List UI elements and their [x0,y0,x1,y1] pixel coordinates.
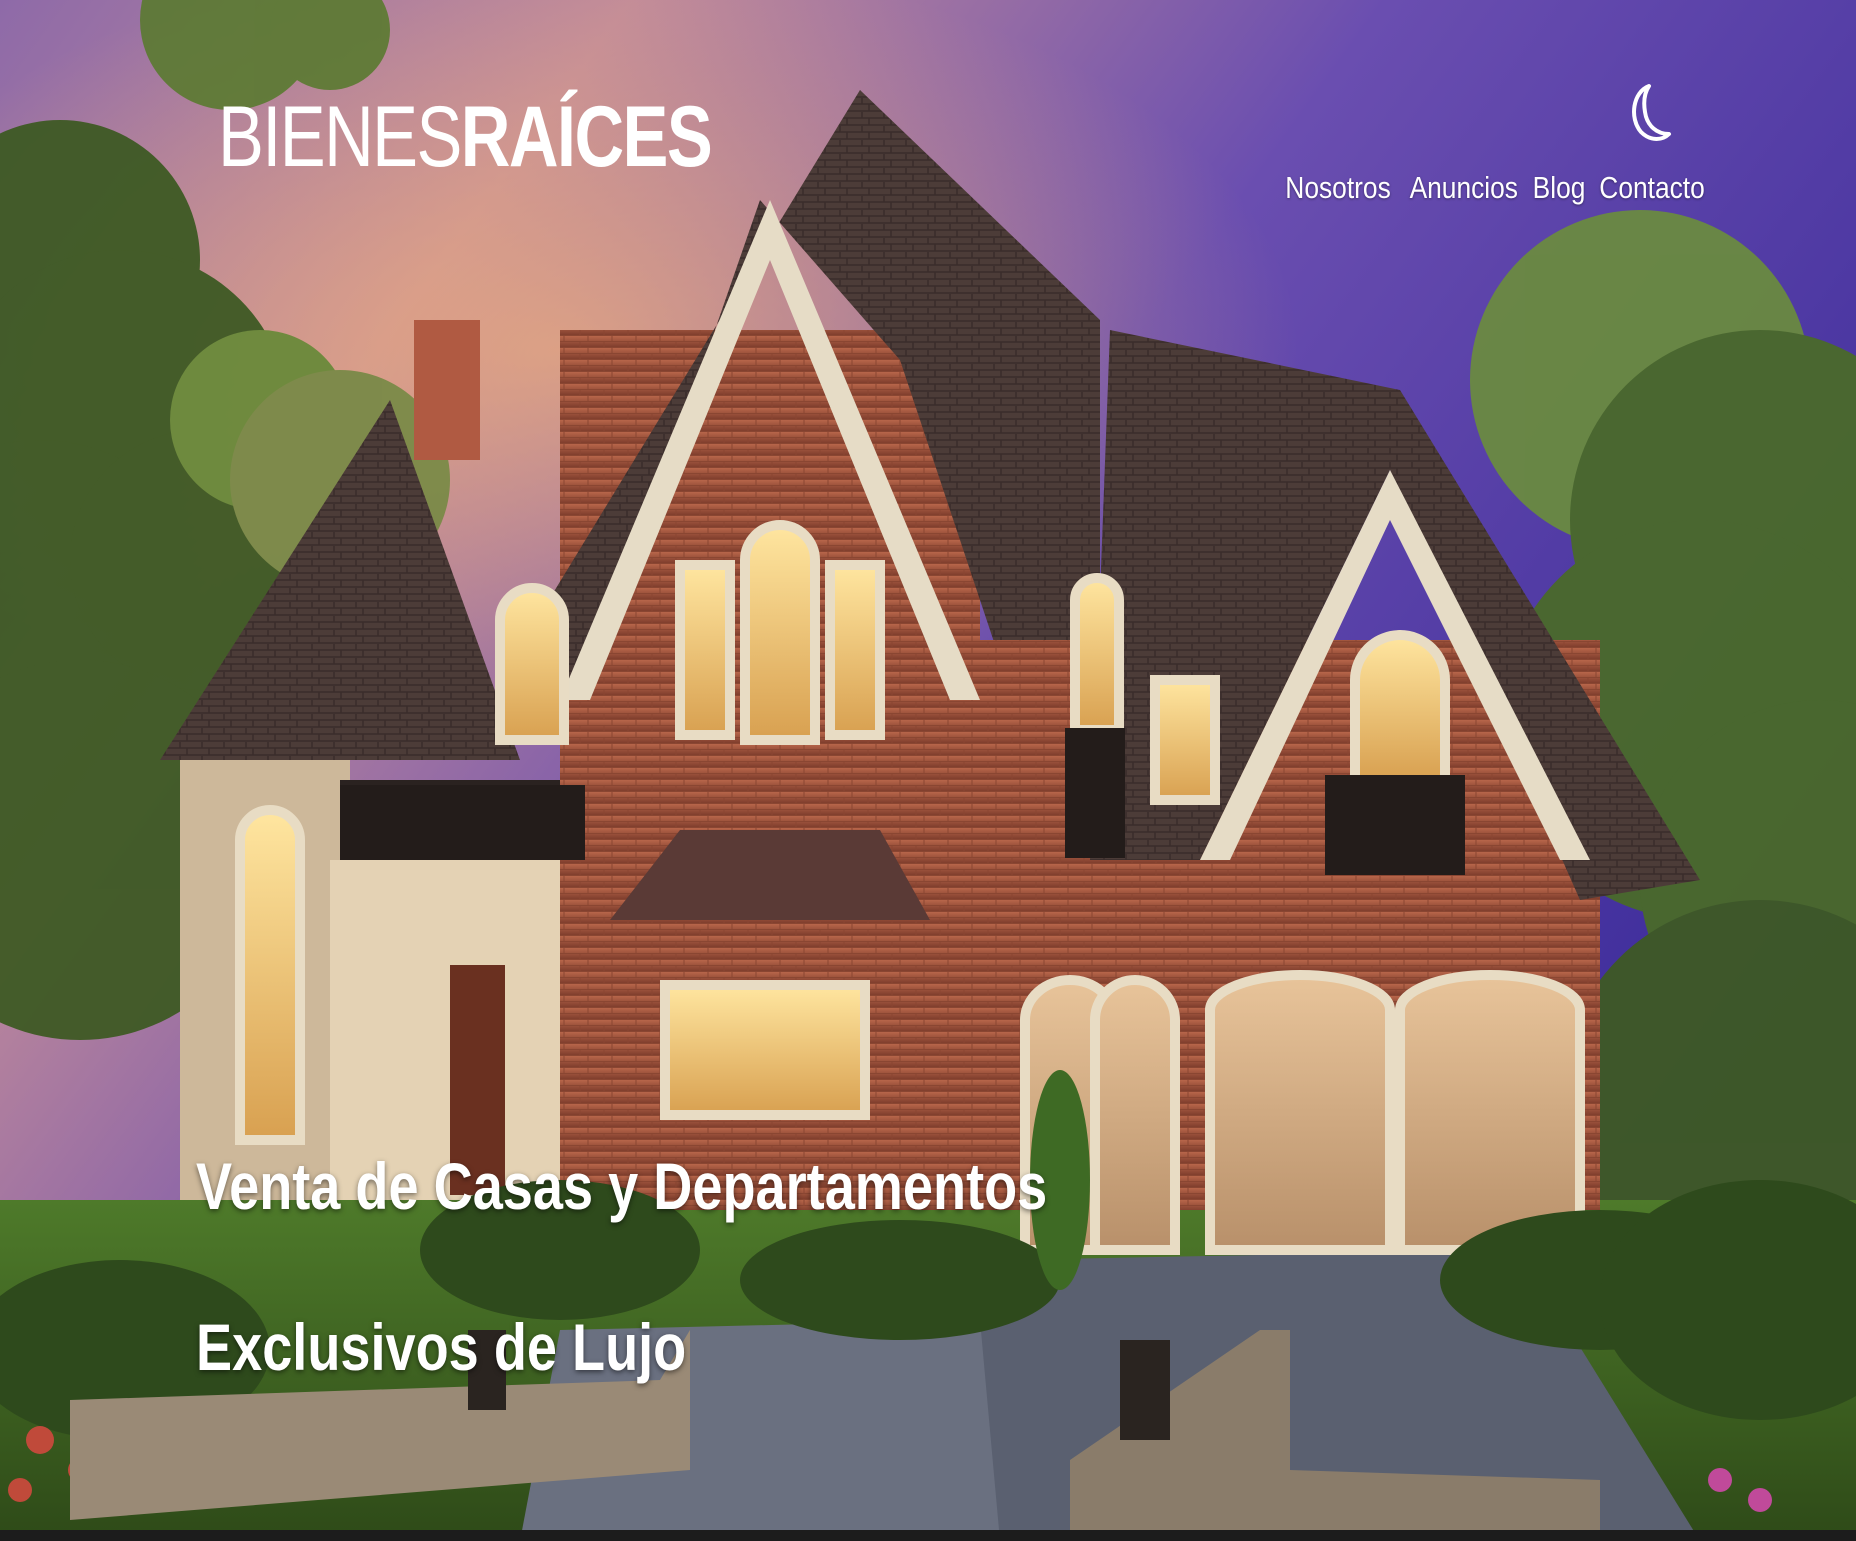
bottom-edge-bar [0,1530,1856,1541]
dark-mode-toggle-button[interactable] [1623,78,1673,150]
main-navigation: Nosotros Anuncios Blog Contacto [1276,166,1704,210]
nav-link-nosotros[interactable]: Nosotros [1285,170,1390,206]
hero-heading-line-2: Exclusivos de Lujo [196,1310,687,1384]
hero-heading-line-1: Venta de Casas y Departamentos [196,1149,1048,1223]
site-logo[interactable]: BIENESRAÍCES [218,89,713,185]
logo-bold-text: RAÍCES [460,89,713,185]
hero-header: BIENESRAÍCES Nosotros Anuncios Blog Cont… [0,0,1856,1541]
nav-link-anuncios[interactable]: Anuncios [1410,170,1518,206]
nav-link-blog[interactable]: Blog [1532,170,1585,206]
logo-light-text: BIENES [218,89,462,185]
nav-link-contacto[interactable]: Contacto [1599,170,1704,206]
crescent-moon-icon [1632,84,1671,141]
